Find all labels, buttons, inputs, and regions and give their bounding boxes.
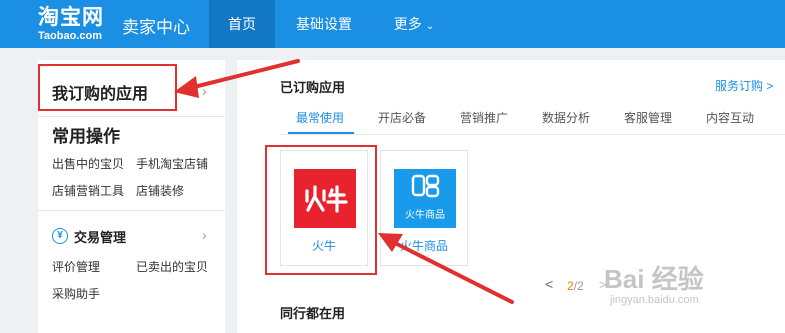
arrow-head [378,233,403,252]
baidu-watermark: Bai 经验 jingyan.baidu.com [604,265,704,307]
arrow-head [174,76,199,98]
watermark-sub: jingyan.baidu.com [610,294,699,306]
watermark-main: Bai 经验 [604,264,704,294]
